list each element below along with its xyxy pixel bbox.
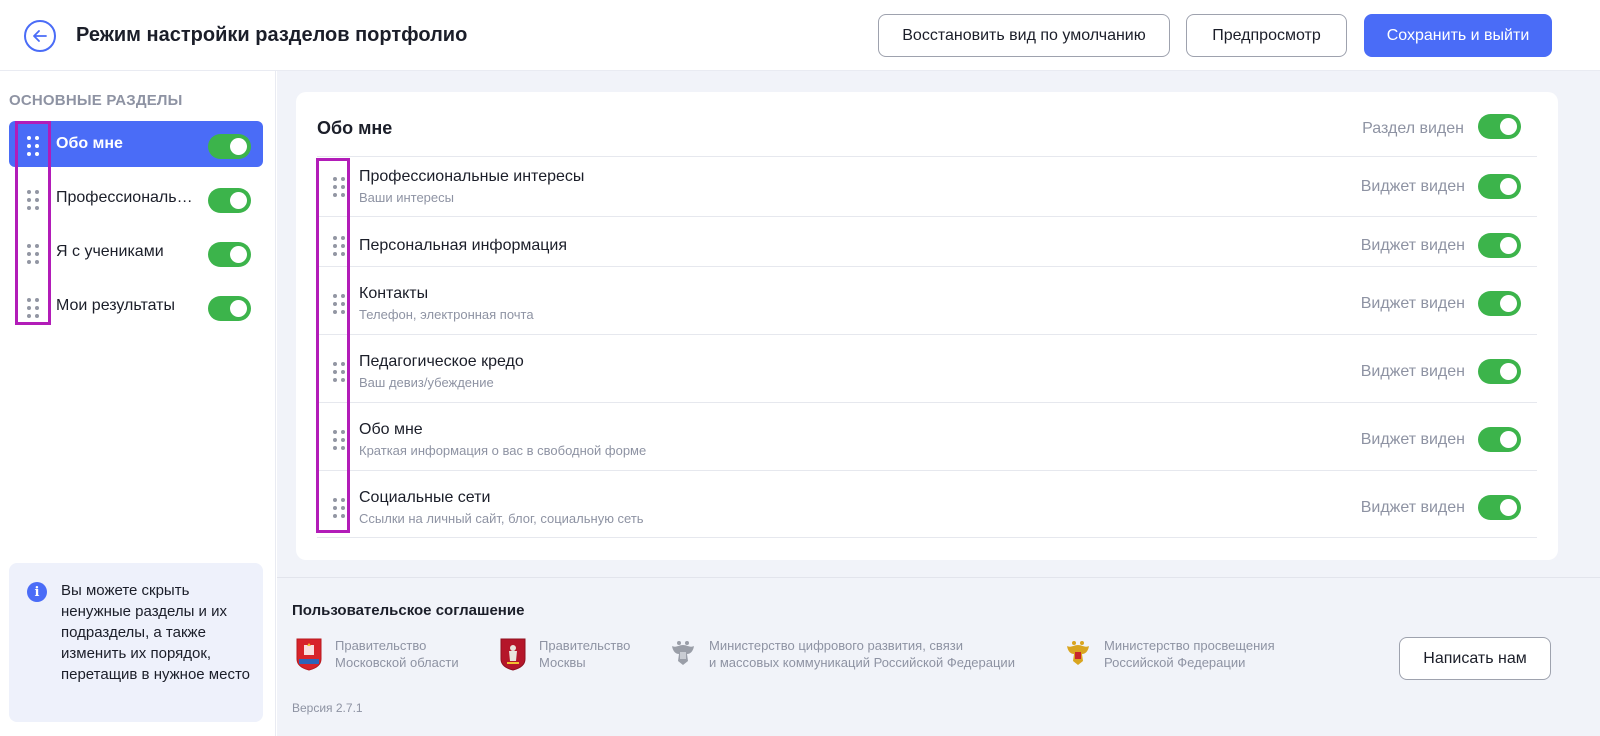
app-version: Версия 2.7.1 [292,701,363,715]
widget-visible-label: Виджет виден [1360,237,1465,254]
widget-visible-toggle[interactable] [1478,427,1521,452]
back-button[interactable] [24,20,56,52]
widget-row: Контакты Телефон, электронная почта Видж… [317,266,1537,334]
drag-handles-highlight-main [316,158,350,533]
preview-button[interactable]: Предпросмотр [1186,14,1347,57]
section-card: Обо мне Раздел виден Профессиональные ин… [296,92,1558,560]
widget-title: Контакты [359,285,429,302]
widget-row: Профессиональные интересы Ваши интересы … [317,156,1537,216]
widget-title: Педагогическое кредо [359,353,524,370]
section-visible-label: Раздел виден [1362,120,1464,137]
widget-subtitle: Ваши интересы [359,190,454,205]
widget-visible-label: Виджет виден [1360,363,1465,380]
info-box: i Вы можете скрыть ненужные разделы и их… [9,563,263,722]
page-title: Режим настройки разделов портфолио [76,24,468,46]
save-and-exit-button[interactable]: Сохранить и выйти [1364,14,1552,57]
widget-visible-toggle[interactable] [1478,174,1521,199]
widget-row: Персональная информация Виджет виден [317,216,1537,266]
widget-title: Профессиональные интересы [359,168,585,185]
widget-visible-toggle[interactable] [1478,495,1521,520]
org-name: Правительство Московской области [335,638,459,670]
widget-visible-toggle[interactable] [1478,291,1521,316]
write-to-us-button[interactable]: Написать нам [1399,637,1551,680]
header: Режим настройки разделов портфолио Восст… [0,0,1600,71]
russia-eagle-grey-icon [672,641,694,665]
sidebar-item-toggle[interactable] [208,296,251,321]
sidebar-item-toggle[interactable] [208,242,251,267]
main-content: Обо мне Раздел виден Профессиональные ин… [277,71,1600,736]
widget-visible-label: Виджет виден [1360,178,1465,195]
section-visible-toggle[interactable] [1478,114,1521,139]
sidebar-item-toggle[interactable] [208,134,251,159]
sidebar-title: ОСНОВНЫЕ РАЗДЕЛЫ [9,92,183,109]
org-name: Министерство просвещения Российской Феде… [1104,638,1275,670]
widget-visible-toggle[interactable] [1478,233,1521,258]
org-ministry-digital[interactable]: Министерство цифрового развития, связи и… [669,637,1015,671]
footer-divider [277,577,1600,578]
drag-handles-highlight-sidebar [15,121,51,325]
info-text: Вы можете скрыть ненужные разделы и их п… [61,582,251,683]
widget-visible-label: Виджет виден [1360,499,1465,516]
org-name: Правительство Москвы [539,638,631,670]
widget-subtitle: Краткая информация о вас в свободной фор… [359,443,647,458]
moscow-region-emblem-icon [296,638,322,671]
arrow-left-icon [33,30,47,42]
widget-visible-toggle[interactable] [1478,359,1521,384]
widget-row: Обо мне Краткая информация о вас в свобо… [317,402,1537,470]
sidebar-item-toggle[interactable] [208,188,251,213]
sidebar-item-label: Обо мне [56,135,123,152]
org-moscow-region[interactable]: Правительство Московской области [295,637,459,671]
moscow-emblem-icon [500,638,526,671]
widget-row: Социальные сети Ссылки на личный сайт, б… [317,470,1537,538]
info-icon: i [27,582,47,602]
widget-title: Социальные сети [359,489,491,506]
widget-subtitle: Ваш девиз/убеждение [359,375,494,390]
sidebar-item-label: Я с учениками [56,243,164,260]
widget-title: Персональная информация [359,237,568,254]
widget-subtitle: Телефон, электронная почта [359,307,534,322]
widget-visible-label: Виджет виден [1360,431,1465,448]
section-title: Обо мне [317,118,393,138]
org-name: Министерство цифрового развития, связи и… [709,638,1015,670]
org-moscow-government[interactable]: Правительство Москвы [499,637,630,671]
org-ministry-education[interactable]: Министерство просвещения Российской Феде… [1064,637,1275,671]
russia-eagle-gold-icon [1067,641,1089,665]
widget-title: Обо мне [359,421,423,438]
sidebar-item-label: Профессиональный рост [56,189,198,206]
widget-subtitle: Ссылки на личный сайт, блог, социальную … [359,511,644,526]
widget-row: Педагогическое кредо Ваш девиз/убеждение… [317,334,1537,402]
sidebar-item-label: Мои результаты [56,297,175,314]
widget-visible-label: Виджет виден [1360,295,1465,312]
restore-default-button[interactable]: Восстановить вид по умолчанию [878,14,1170,57]
user-agreement-link[interactable]: Пользовательское соглашение [292,602,524,619]
